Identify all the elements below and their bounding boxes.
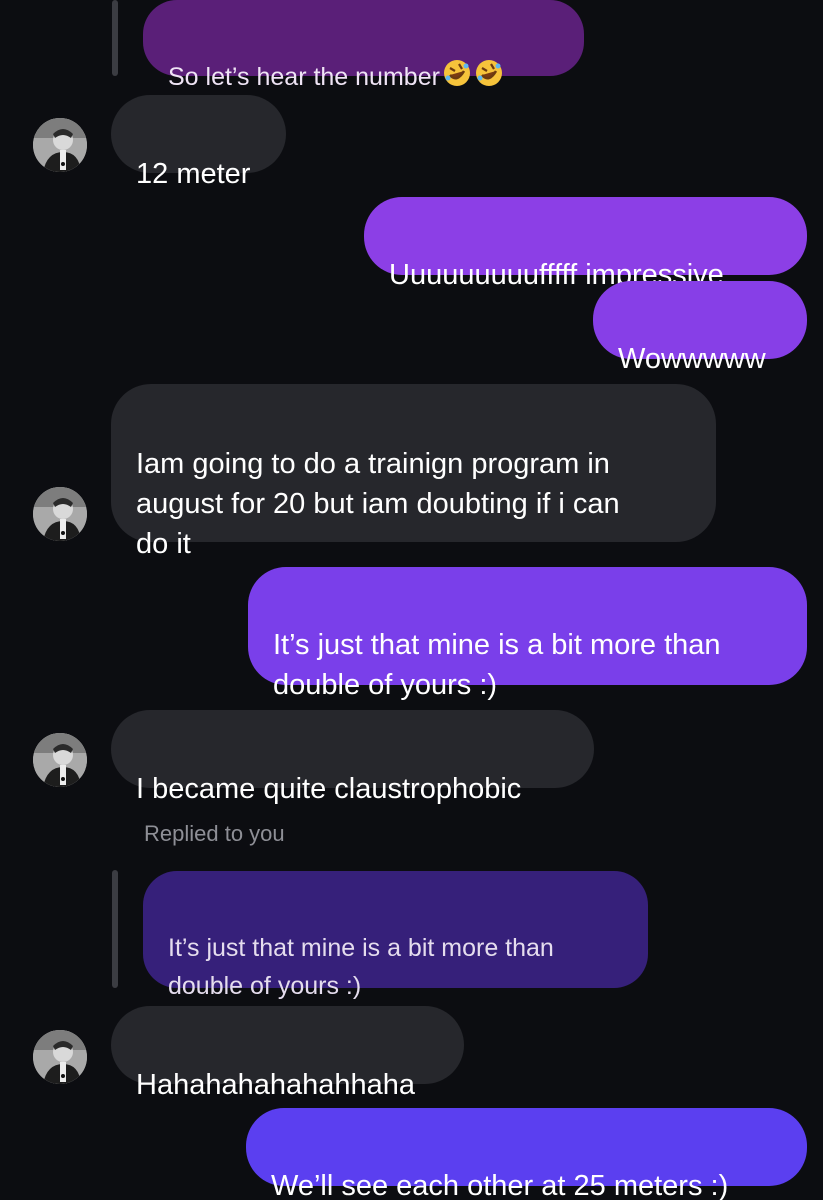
avatar[interactable] <box>33 733 87 787</box>
rolling-on-floor-laughing-emoji <box>442 58 472 99</box>
quoted-message-text: So let’s hear the number <box>168 63 440 92</box>
quoted-message[interactable]: It’s just that mine is a bit more than d… <box>143 871 648 1000</box>
reply-indicator-bar <box>112 0 118 76</box>
message-outgoing[interactable]: We’ll see each other at 25 meters :) <box>246 1108 807 1200</box>
message-outgoing[interactable]: It’s just that mine is a bit more than d… <box>248 567 807 701</box>
reply-indicator-bar <box>112 870 118 988</box>
message-text: 12 meter <box>136 158 251 190</box>
message-outgoing[interactable]: Wowwwww <box>593 281 807 375</box>
message-text: Hahahahahahahhaha <box>136 1069 415 1101</box>
chat-thread: So let’s hear the number 12 meter Uuuuuu… <box>0 0 823 1200</box>
avatar[interactable] <box>33 1030 87 1084</box>
message-outgoing[interactable]: Uuuuuuuuufffff impressive <box>364 197 807 291</box>
message-text: I became quite claustrophobic <box>136 773 522 805</box>
message-text: Iam going to do a trainign program in au… <box>136 448 620 560</box>
message-incoming[interactable]: Iam going to do a trainign program in au… <box>111 384 716 560</box>
message-incoming[interactable]: Hahahahahahahhaha <box>111 1006 464 1101</box>
message-incoming[interactable]: I became quite claustrophobic <box>111 710 594 805</box>
avatar[interactable] <box>33 487 87 541</box>
quoted-message-top[interactable]: So let’s hear the number <box>143 0 584 91</box>
replied-to-you-label: Replied to you <box>144 821 285 846</box>
rolling-on-floor-laughing-emoji <box>474 58 504 99</box>
message-text: We’ll see each other at 25 meters :) <box>271 1170 729 1200</box>
avatar[interactable] <box>33 118 87 172</box>
quoted-message-text: It’s just that mine is a bit more than d… <box>168 934 554 1000</box>
message-incoming[interactable]: 12 meter <box>111 95 286 190</box>
message-text: It’s just that mine is a bit more than d… <box>273 629 721 701</box>
message-text: Wowwwww <box>618 343 766 375</box>
